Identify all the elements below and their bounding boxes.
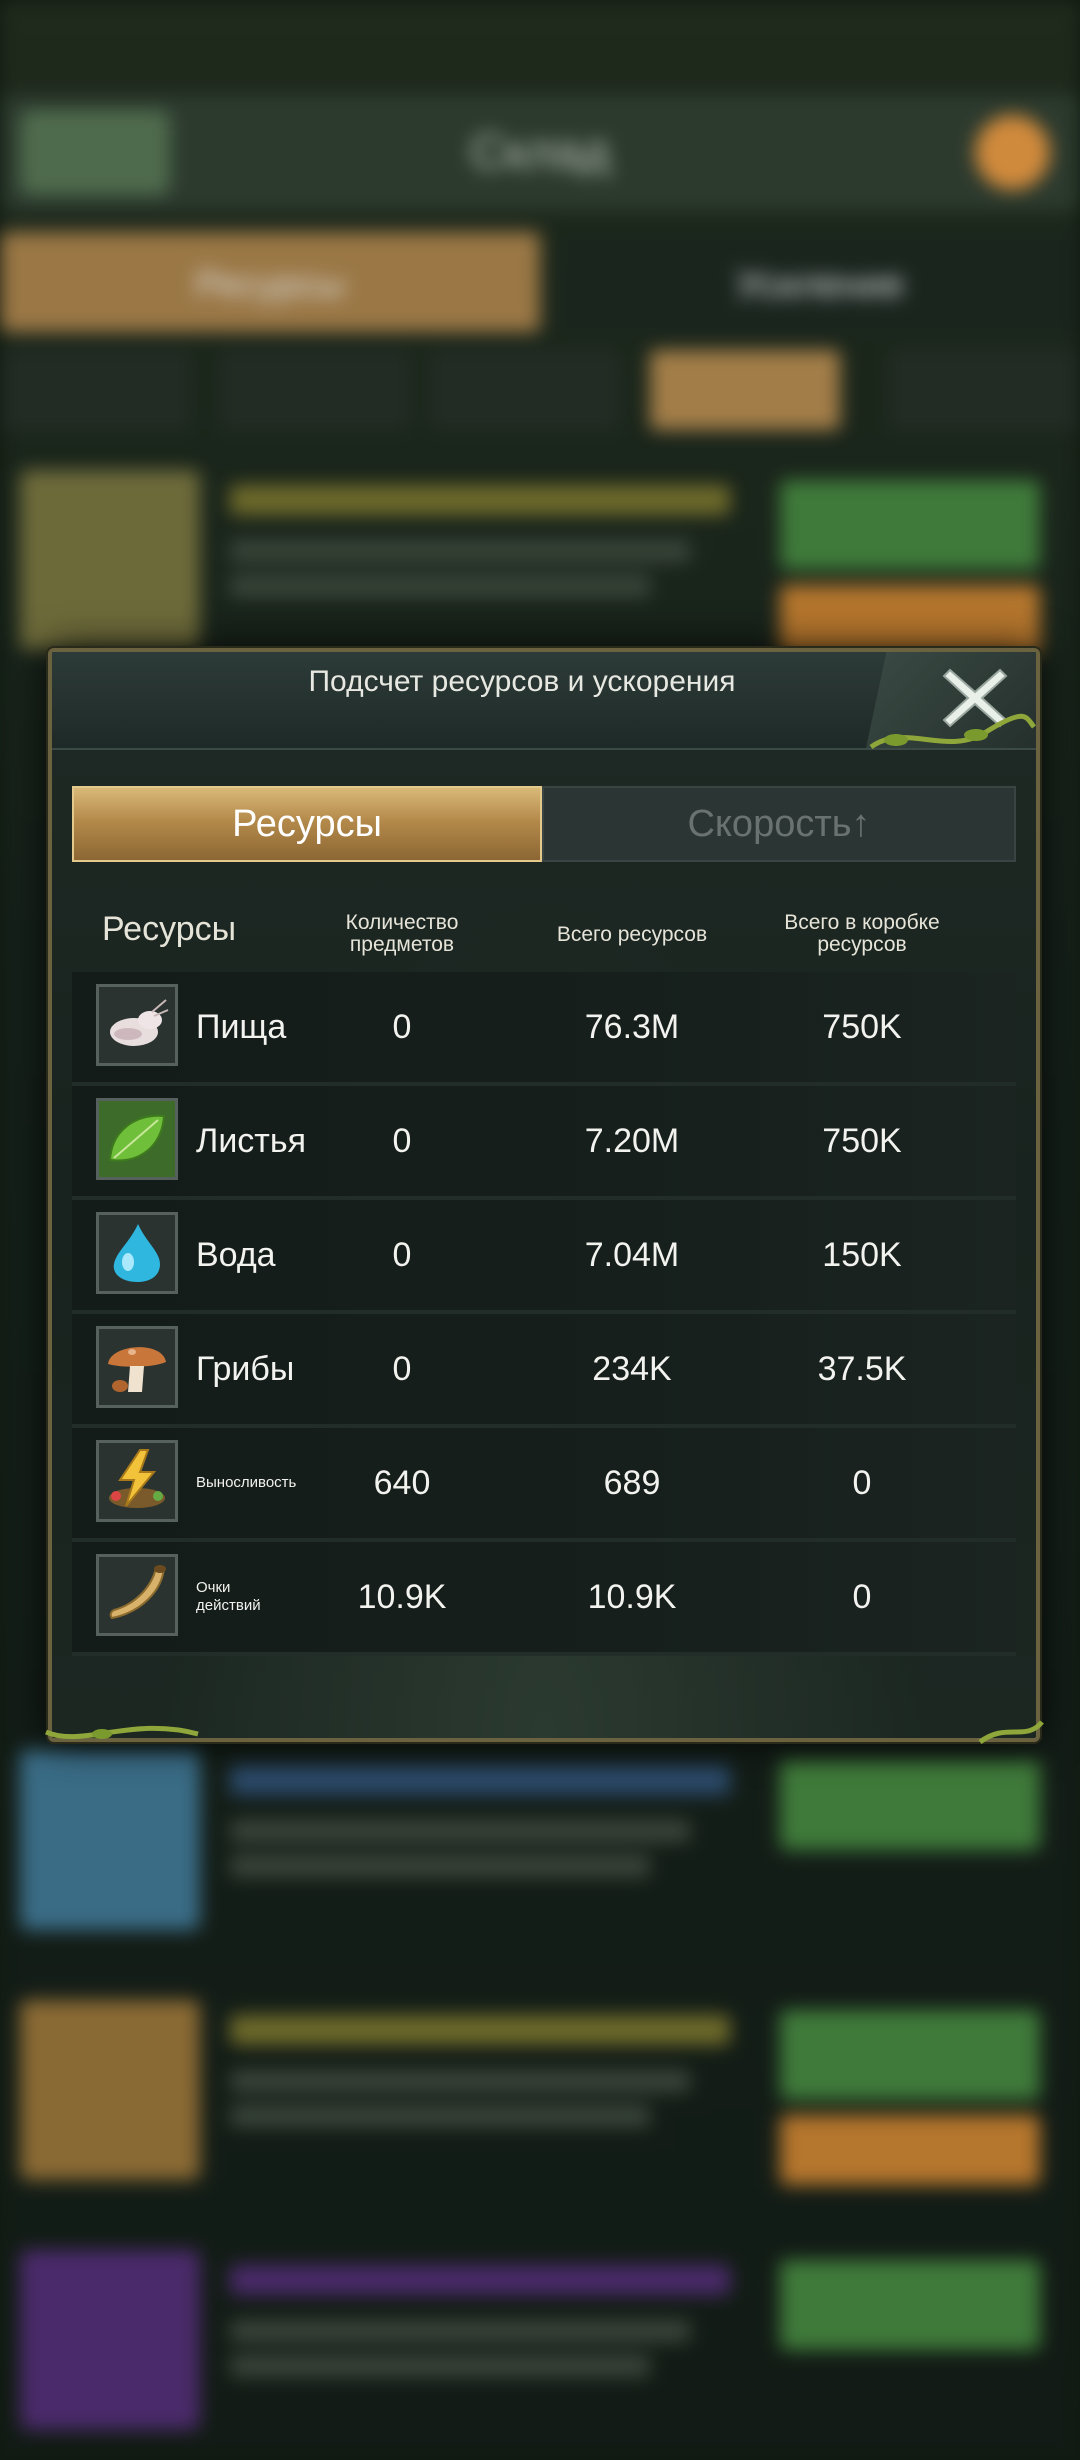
total-resources: 689 (603, 1463, 661, 1502)
background-list-item (0, 2240, 1080, 2460)
total-resources: 7.04M (584, 1235, 680, 1274)
resource-name: Пища (196, 1007, 287, 1046)
table-row: Выносливость 640 689 0 (72, 1428, 1016, 1542)
column-header-resources: Ресурсы (102, 910, 237, 948)
mushroom-icon (96, 1326, 178, 1408)
tab-speedup[interactable]: Скорость↑ (542, 786, 1016, 862)
resource-name: Очки действий (196, 1579, 261, 1614)
total-resources: 234K (592, 1349, 672, 1388)
box-total: 0 (852, 1463, 872, 1502)
dialog-title: Подсчет ресурсов и ускорения (308, 665, 736, 698)
table-row: Вода 0 7.04M 150K (72, 1200, 1016, 1314)
items-count: 0 (392, 1235, 412, 1274)
resource-name: Выносливость (196, 1474, 297, 1491)
table-row: Пища 0 76.3M 750K (72, 972, 1016, 1086)
leaves-icon (96, 1098, 178, 1180)
table-row: Грибы 0 234K 37.5K (72, 1314, 1016, 1428)
background-list-item (0, 1740, 1080, 1970)
resource-name: Листья (196, 1121, 307, 1160)
column-header-box-total: Всего в коробке ресурсов (784, 911, 940, 956)
screen: Склад Ресурсы Усиление Подсчет ресурсов … (0, 0, 1080, 2460)
background-title: Склад (470, 126, 610, 179)
column-header-total: Всего ресурсов (556, 923, 708, 946)
vine-decoration-icon (44, 1725, 199, 1740)
resource-count-dialog: Подсчет ресурсов и ускорения Ресурсы Ско… (44, 648, 1044, 1745)
box-total: 0 (852, 1577, 872, 1616)
dialog-tabs: Ресурсы Скорость↑ (72, 786, 1016, 862)
background-tab-resources: Ресурсы (0, 232, 540, 332)
resource-name: Вода (196, 1235, 276, 1274)
box-total: 750K (822, 1007, 902, 1046)
vine-decoration-icon (978, 1720, 1044, 1745)
box-total: 750K (822, 1121, 902, 1160)
background-topbar: Склад (0, 95, 1080, 210)
stamina-icon (96, 1440, 178, 1522)
resource-name: Грибы (196, 1349, 295, 1388)
items-count: 640 (373, 1463, 431, 1502)
total-resources: 7.20M (584, 1121, 680, 1160)
background-tab-boost: Усиление (560, 232, 1080, 332)
background-avatar (975, 115, 1050, 190)
food-icon (96, 984, 178, 1066)
total-resources: 10.9K (587, 1577, 677, 1616)
background-list-item (0, 1990, 1080, 2220)
items-count: 0 (392, 1349, 412, 1388)
table-header: Ресурсы Количество предметов Всего ресур… (72, 896, 1016, 976)
box-total: 37.5K (817, 1349, 907, 1388)
items-count: 0 (392, 1007, 412, 1046)
column-header-items: Количество предметов (345, 911, 459, 956)
water-icon (96, 1212, 178, 1294)
items-count: 0 (392, 1121, 412, 1160)
tab-resources[interactable]: Ресурсы (72, 786, 542, 862)
table-row: Очки действий 10.9K 10.9K 0 (72, 1542, 1016, 1656)
total-resources: 76.3M (584, 1007, 680, 1046)
vine-decoration-icon (869, 713, 1036, 750)
box-total: 150K (822, 1235, 902, 1274)
background-subtabs (0, 350, 1080, 435)
horn-icon (96, 1554, 178, 1636)
table-row: Листья 0 7.20M 750K (72, 1086, 1016, 1200)
dialog-header: Подсчет ресурсов и ускорения (52, 652, 1036, 750)
items-count: 10.9K (357, 1577, 447, 1616)
